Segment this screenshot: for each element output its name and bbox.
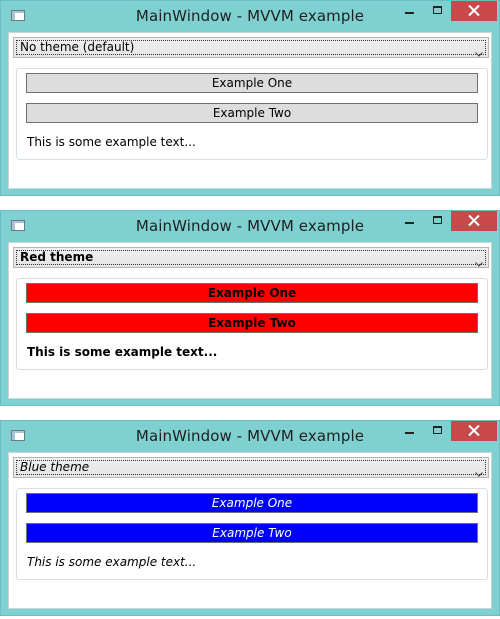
minimize-icon[interactable] [397,211,423,231]
window-content: Red theme Example One Example Two This i… [8,242,492,399]
content-panel: Example One Example Two This is some exa… [16,278,488,370]
theme-dropdown[interactable]: Red theme [13,247,489,268]
chevron-down-icon[interactable] [475,462,483,481]
theme-dropdown-value: Red theme [20,250,94,264]
title-bar[interactable]: MainWindow - MVVM example [1,211,499,244]
maximize-icon[interactable] [424,211,451,231]
theme-dropdown[interactable]: Blue theme [13,457,489,478]
example-text: This is some example text... [27,345,218,359]
minimize-icon[interactable] [397,1,423,21]
content-panel: Example One Example Two This is some exa… [16,68,488,160]
close-icon[interactable] [451,1,497,21]
main-window-default: MainWindow - MVVM example No theme (defa… [0,0,500,196]
example-two-button[interactable]: Example Two [26,103,478,123]
maximize-icon[interactable] [424,421,451,441]
minimize-icon[interactable] [397,421,423,441]
title-bar[interactable]: MainWindow - MVVM example [1,1,499,34]
main-window-blue-theme: MainWindow - MVVM example Blue theme Exa… [0,420,500,616]
chevron-down-icon[interactable] [475,42,483,61]
maximize-icon[interactable] [424,1,451,21]
window-content: Blue theme Example One Example Two This … [8,452,492,609]
example-text: This is some example text... [27,555,197,569]
theme-dropdown-value: No theme (default) [20,40,135,54]
theme-dropdown-value: Blue theme [20,460,90,474]
title-bar[interactable]: MainWindow - MVVM example [1,421,499,454]
chevron-down-icon[interactable] [475,252,483,271]
example-one-button[interactable]: Example One [26,493,478,513]
close-icon[interactable] [451,421,497,441]
example-one-button[interactable]: Example One [26,73,478,93]
example-one-button[interactable]: Example One [26,283,478,303]
example-two-button[interactable]: Example Two [26,523,478,543]
main-window-red-theme: MainWindow - MVVM example Red theme Exam… [0,210,500,406]
content-panel: Example One Example Two This is some exa… [16,488,488,580]
example-two-button[interactable]: Example Two [26,313,478,333]
theme-dropdown[interactable]: No theme (default) [13,37,489,58]
close-icon[interactable] [451,211,497,231]
window-content: No theme (default) Example One Example T… [8,32,492,189]
example-text: This is some example text... [27,135,196,149]
